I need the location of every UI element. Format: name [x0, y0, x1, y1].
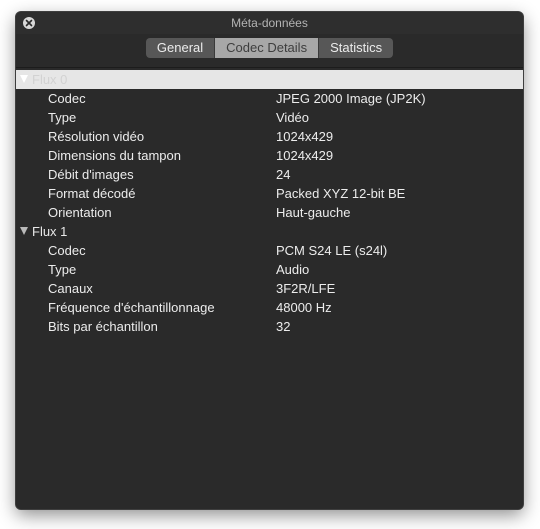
property-key: Type [48, 262, 77, 277]
tab-codec-details[interactable]: Codec Details [215, 38, 320, 58]
property-row: Canaux 3F2R/LFE [16, 279, 523, 298]
property-key: Dimensions du tampon [48, 148, 181, 163]
property-row: Bits par échantillon 32 [16, 317, 523, 336]
close-icon [25, 19, 33, 27]
property-value: 24 [276, 167, 291, 182]
property-key: Format décodé [48, 186, 136, 201]
disclosure-triangle-icon[interactable] [20, 75, 28, 83]
stream-label: Flux 1 [32, 224, 68, 239]
property-value: 1024x429 [276, 129, 334, 144]
property-value: Vidéo [276, 110, 310, 125]
stream-group-flux-1[interactable]: Flux 1 [16, 222, 523, 241]
property-key: Résolution vidéo [48, 129, 145, 144]
disclosure-triangle-icon[interactable] [20, 227, 28, 235]
property-row: Fréquence d'échantillonnage 48000 Hz [16, 298, 523, 317]
property-row: Résolution vidéo 1024x429 [16, 127, 523, 146]
tab-statistics[interactable]: Statistics [319, 38, 394, 58]
property-value: 3F2R/LFE [276, 281, 336, 296]
property-value: Audio [276, 262, 310, 277]
property-key: Type [48, 110, 77, 125]
property-key: Canaux [48, 281, 93, 296]
stream-label: Flux 0 [32, 72, 68, 87]
property-key: Codec [48, 91, 86, 106]
tab-bar: General Codec Details Statistics [16, 38, 523, 58]
stream-group-flux-0[interactable]: Flux 0 [16, 70, 523, 89]
property-row: Format décodé Packed XYZ 12-bit BE [16, 184, 523, 203]
property-row: Type Audio [16, 260, 523, 279]
property-key: Fréquence d'échantillonnage [48, 300, 215, 315]
property-value: PCM S24 LE (s24l) [276, 243, 388, 258]
property-key: Orientation [48, 205, 112, 220]
tab-general[interactable]: General [145, 38, 216, 58]
title-bar: Méta-données [16, 12, 523, 34]
property-value: Haut-gauche [276, 205, 351, 220]
property-value: 48000 Hz [276, 300, 332, 315]
property-value: 32 [276, 319, 291, 334]
property-key: Codec [48, 243, 86, 258]
property-row: Codec PCM S24 LE (s24l) [16, 241, 523, 260]
property-row: Orientation Haut-gauche [16, 203, 523, 222]
property-row: Codec JPEG 2000 Image (JP2K) [16, 89, 523, 108]
property-key: Bits par échantillon [48, 319, 158, 334]
property-row: Dimensions du tampon 1024x429 [16, 146, 523, 165]
property-value: 1024x429 [276, 148, 334, 163]
metadata-window: Méta-données General Codec Details Stati… [16, 12, 523, 509]
window-title: Méta-données [231, 16, 308, 30]
close-button[interactable] [23, 17, 35, 29]
property-row: Débit d'images 24 [16, 165, 523, 184]
metadata-outline: Flux 0 Codec JPEG 2000 Image (JP2K) Type… [16, 67, 523, 509]
property-row: Type Vidéo [16, 108, 523, 127]
property-key: Débit d'images [48, 167, 134, 182]
property-value: JPEG 2000 Image (JP2K) [276, 91, 426, 106]
property-value: Packed XYZ 12-bit BE [276, 186, 406, 201]
